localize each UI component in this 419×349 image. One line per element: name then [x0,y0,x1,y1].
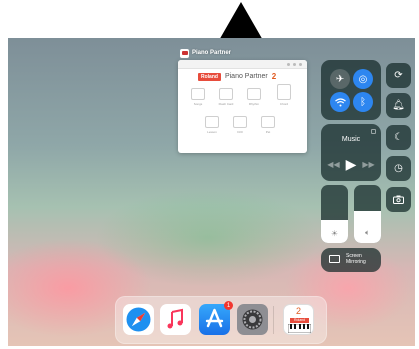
speaker-icon: 🔈︎ [365,228,370,237]
app-store-app-icon[interactable]: 1 [199,301,233,335]
bell-icon[interactable]: 🔔︎ [386,93,411,118]
music-tile[interactable]: Music ◀◀ ▶ ▶▶ [321,124,381,181]
settings-app-icon[interactable] [237,304,268,335]
safari-app-icon[interactable] [123,304,154,335]
app-store-badge: 1 [224,301,233,310]
card-topbar [178,60,307,69]
music-app-icon[interactable] [160,304,191,335]
piano-partner-app-icon[interactable]: 2 Roland [283,304,314,335]
app-switcher-card[interactable]: Roland Piano Partner 2 Songs Flash Card … [178,60,307,153]
card-item: Pet [258,116,278,134]
airplay-icon[interactable] [371,129,376,134]
app-switcher-label[interactable]: Piano Partner [180,47,231,59]
piano-partner-icon-brand: Roland [290,318,309,323]
rotation-lock-icon[interactable]: ⟳ [386,63,411,88]
card-version: 2 [271,72,277,81]
moon-icon[interactable]: ☾ [386,125,411,150]
screen-mirroring-button[interactable]: Screen Mirroring [321,248,381,272]
card-item: Rhythm [244,88,264,106]
dock-divider [273,306,274,334]
card-item: Chord [274,84,294,106]
sun-icon: ☀ [330,229,339,238]
wifi-icon[interactable] [330,92,350,112]
card-product: Piano Partner [224,73,268,80]
timer-icon[interactable]: ◷ [386,156,411,181]
camera-icon[interactable] [386,187,411,212]
piano-partner-icon-version: 2 [295,306,301,316]
bluetooth-icon[interactable]: ᛒ [353,92,373,112]
app-switcher-app-name: Piano Partner [192,50,232,56]
connectivity-tile: ✈ ◎ ᛒ [321,60,381,120]
piano-partner-mini-icon [180,48,189,58]
card-item: Songs [188,88,208,106]
screen-mirroring-label: Screen Mirroring [346,253,366,265]
volume-slider[interactable]: 🔈︎ [354,185,381,243]
brightness-slider[interactable]: ☀ [321,185,348,243]
next-track-icon[interactable]: ▶▶ [362,160,374,169]
card-item: Lesson [202,116,222,134]
music-title: Music [341,136,361,143]
card-logo: Roland Piano Partner 2 [198,72,276,81]
card-item: Drill [230,116,250,134]
card-brand: Roland [198,72,221,81]
card-item: Flash Card [216,88,236,106]
screen-mirroring-icon [329,255,340,263]
previous-track-icon[interactable]: ◀◀ [327,160,339,169]
card-feature-grid: Songs Flash Card Rhythm Chord Lesson Dri… [188,84,298,148]
airdrop-icon[interactable]: ◎ [353,69,373,89]
piano-keys-icon [288,324,311,333]
play-icon[interactable]: ▶ [346,156,357,173]
airplane-icon[interactable]: ✈ [330,69,350,89]
music-controls: ◀◀ ▶ ▶▶ [321,156,381,173]
